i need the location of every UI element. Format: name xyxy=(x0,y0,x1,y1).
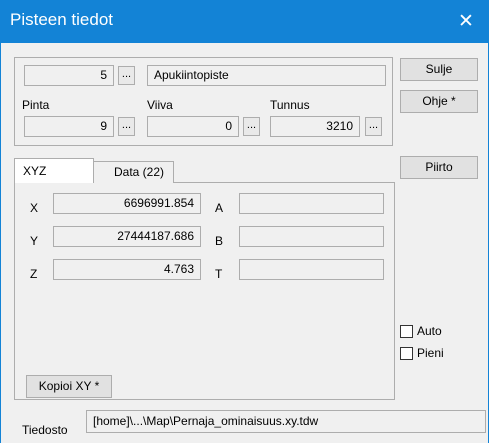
viiva-label: Viiva xyxy=(147,98,173,112)
t-field[interactable] xyxy=(239,259,384,280)
tunnus-field[interactable]: 3210 xyxy=(270,116,360,137)
x-field[interactable]: 6696991.854 xyxy=(53,193,201,214)
close-icon[interactable]: ✕ xyxy=(443,0,489,43)
tunnus-browse-button[interactable]: ... xyxy=(365,117,382,136)
tunnus-label: Tunnus xyxy=(270,98,310,112)
title-bar: Pisteen tiedot ✕ xyxy=(0,0,489,43)
viiva-browse-button[interactable]: ... xyxy=(243,117,260,136)
x-label: X xyxy=(30,201,39,215)
pinta-label: Pinta xyxy=(22,98,50,112)
auto-checkbox[interactable]: Auto xyxy=(400,324,442,338)
tab-xyz[interactable]: XYZ xyxy=(14,158,94,183)
b-field[interactable] xyxy=(239,226,384,247)
point-number-browse-button[interactable]: ... xyxy=(118,66,135,85)
pieni-checkbox-box[interactable] xyxy=(400,346,413,360)
close-button[interactable]: Sulje xyxy=(400,58,478,81)
file-path-field[interactable]: [home]\...\Map\Pernaja_ominaisuus.xy.tdw xyxy=(86,410,486,433)
z-field[interactable]: 4.763 xyxy=(53,259,201,280)
draw-button[interactable]: Piirto xyxy=(400,156,478,179)
z-label: Z xyxy=(30,267,38,281)
tab-panel xyxy=(14,182,395,400)
t-label: T xyxy=(215,267,223,281)
tab-data[interactable]: Data (22) xyxy=(94,161,174,183)
pieni-checkbox-label: Pieni xyxy=(417,346,444,360)
a-label: A xyxy=(215,201,224,215)
y-field[interactable]: 27444187.686 xyxy=(53,226,201,247)
y-label: Y xyxy=(30,234,39,248)
copy-xy-button[interactable]: Kopioi XY * xyxy=(26,375,112,398)
pieni-checkbox[interactable]: Pieni xyxy=(400,346,444,360)
b-label: B xyxy=(215,234,224,248)
file-label: Tiedosto xyxy=(22,423,68,437)
auto-checkbox-label: Auto xyxy=(417,324,442,338)
point-name-field[interactable]: Apukiintopiste xyxy=(147,65,386,86)
a-field[interactable] xyxy=(239,193,384,214)
point-number-field[interactable]: 5 xyxy=(24,65,114,86)
window-title: Pisteen tiedot xyxy=(10,10,114,29)
pinta-browse-button[interactable]: ... xyxy=(118,117,135,136)
viiva-field[interactable]: 0 xyxy=(147,116,239,137)
help-button[interactable]: Ohje * xyxy=(400,90,478,113)
auto-checkbox-box[interactable] xyxy=(400,324,413,338)
pinta-field[interactable]: 9 xyxy=(24,116,114,137)
